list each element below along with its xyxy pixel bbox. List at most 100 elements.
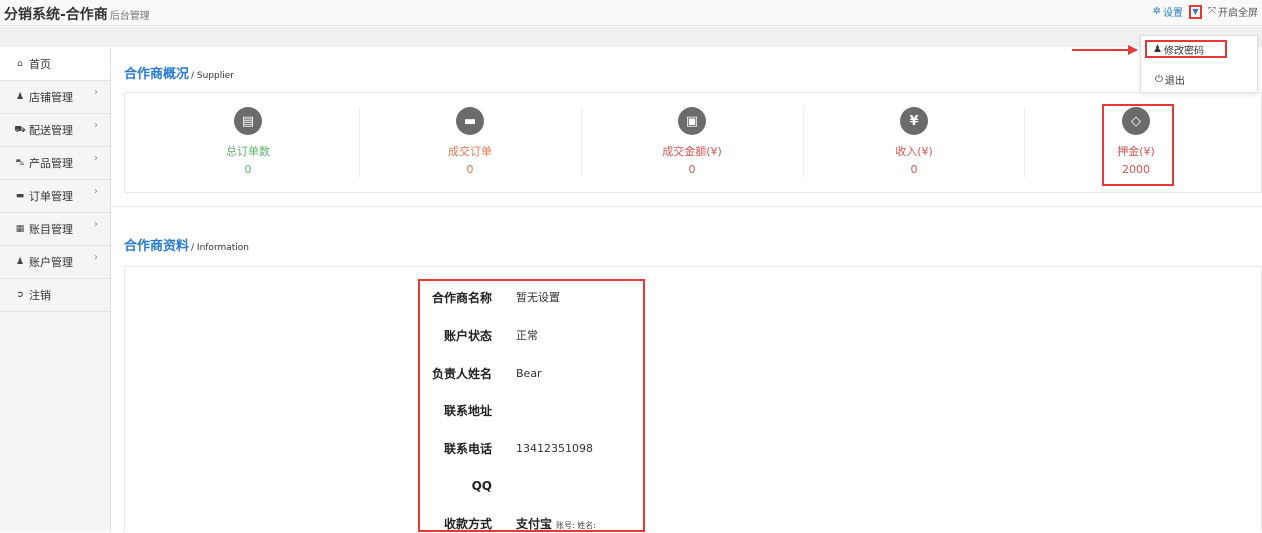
stat-label: 收入(¥) (895, 145, 933, 158)
settings-label: 设置 (1163, 8, 1183, 19)
brand-title-text: 分销系统-合作商 (4, 7, 108, 23)
stat-completed-orders: ▬ 成交订单 0 (359, 93, 581, 194)
file-icon: ▤ (234, 107, 262, 135)
fullscreen-label: 开启全屏 (1218, 8, 1258, 19)
info-row-account-status: 账户状态 正常 (418, 325, 645, 345)
change-password-menu-item[interactable]: ♟ 修改密码 (1145, 40, 1227, 58)
info-title-text: 合作商资料 (124, 239, 190, 254)
info-value-wrap: 支付宝 账号: 姓名: (516, 515, 596, 532)
settings-button[interactable]: ✲ 设置 (1153, 4, 1183, 19)
info-row-address: 联系地址 (418, 400, 645, 420)
info-row-qq: QQ (418, 476, 645, 496)
sidebar-item-stores[interactable]: ♟ 店铺管理 › (0, 81, 110, 114)
info-key: 联系地址 (443, 403, 492, 418)
chevron-right-icon: › (94, 186, 98, 197)
power-icon: ⏻ (1155, 74, 1163, 85)
sidebar-item-signout[interactable]: ➲ 注销 (0, 279, 110, 312)
sidebar-item-accounting[interactable]: ▦ 账目管理 › (0, 213, 110, 246)
info-key: 联系电话 (443, 441, 492, 456)
user-icon: ♟ (1153, 43, 1162, 55)
briefcase-icon: ▬ (456, 107, 484, 135)
chevron-right-icon: › (94, 87, 98, 98)
sidebar-item-label: 产品管理 (29, 157, 73, 170)
info-key: QQ (471, 479, 492, 493)
user-icon: ♟ (15, 257, 25, 267)
chevron-right-icon: › (94, 120, 98, 131)
change-password-label: 修改密码 (1163, 45, 1204, 57)
info-value: Bear (516, 366, 542, 380)
stat-total-orders: ▤ 总订单数 0 (137, 93, 359, 194)
info-value: 支付宝 (516, 516, 553, 531)
sidebar-item-account[interactable]: ♟ 账户管理 › (0, 246, 110, 279)
info-value: 正常 (516, 329, 538, 342)
sidebar-item-orders[interactable]: ▬ 订单管理 › (0, 180, 110, 213)
info-key: 收款方式 (443, 516, 492, 531)
info-subtitle: / Information (191, 243, 250, 253)
info-value-extra: 账号: 姓名: (556, 520, 596, 530)
overview-title: 合作商概况 / Supplier (124, 63, 234, 82)
info-key: 合作商名称 (431, 290, 492, 305)
info-row-partner-name: 合作商名称 暂无设置 (418, 287, 645, 307)
info-title: 合作商资料 / Information (124, 235, 249, 254)
info-row-phone: 联系电话 13412351098 (418, 438, 645, 458)
info-key: 负责人姓名 (431, 366, 492, 381)
annotation-arrow (1072, 45, 1138, 55)
stat-label: 成交订单 (448, 145, 492, 158)
stat-income: ¥ 收入(¥) 0 (803, 93, 1025, 194)
sidebar-item-label: 注销 (29, 289, 51, 302)
settings-dropdown-toggle[interactable]: ▼ (1189, 4, 1202, 19)
info-row-payment-method: 收款方式 支付宝 账号: 姓名: (418, 513, 645, 533)
sidebar-item-label: 配送管理 (29, 124, 73, 137)
home-icon: ⌂ (17, 59, 23, 69)
sidebar-item-label: 账户管理 (29, 256, 73, 269)
top-header: 分销系统-合作商 后台管理 ✲ 设置 ▼ ⤧ 开启全屏 (0, 0, 1262, 26)
chevron-right-icon: › (94, 153, 98, 164)
deposit-highlight-frame (1102, 104, 1174, 186)
brand-title: 分销系统-合作商 后台管理 (4, 4, 150, 24)
money-icon: ▣ (678, 107, 706, 135)
fullscreen-button[interactable]: ⤧ 开启全屏 (1208, 4, 1258, 19)
info-panel (124, 266, 1262, 532)
sign-out-icon: ➲ (16, 290, 24, 300)
stats-panel: ▤ 总订单数 0 ▬ 成交订单 0 ▣ 成交金额(¥) 0 ¥ 收入(¥) 0 … (124, 92, 1262, 193)
sidebar-item-label: 店铺管理 (29, 91, 73, 104)
stat-value: 0 (466, 163, 474, 176)
stat-value: 0 (688, 163, 696, 176)
stat-label: 总订单数 (226, 145, 270, 158)
sidebar-item-products[interactable]: ⛍ 产品管理 › (0, 147, 110, 180)
stat-value: 0 (910, 163, 918, 176)
expand-icon: ⤧ (1208, 6, 1216, 17)
truck-icon: ⛟ (14, 124, 26, 135)
info-value: 13412351098 (516, 441, 593, 455)
cart-icon: ⛍ (15, 157, 25, 168)
chevron-right-icon: › (94, 252, 98, 263)
briefcase-icon: ▬ (15, 191, 25, 201)
sidebar-item-home[interactable]: ⌂ 首页 (0, 48, 110, 81)
info-key: 账户状态 (443, 328, 492, 343)
overview-title-text: 合作商概况 (124, 67, 190, 82)
stat-label: 成交金额(¥) (662, 145, 722, 158)
stat-value: 0 (244, 163, 252, 176)
info-value: 暂无设置 (516, 291, 560, 304)
brand-subtitle: 后台管理 (109, 11, 150, 22)
sidebar-item-label: 账目管理 (29, 223, 73, 236)
yen-icon: ¥ (900, 107, 928, 135)
settings-dropdown-menu: ♟ 修改密码 ⏻ 退出 (1140, 35, 1258, 93)
chevron-right-icon: › (94, 219, 98, 230)
info-row-contact-person: 负责人姓名 Bear (418, 363, 645, 383)
logout-label: 退出 (1164, 76, 1185, 87)
sidebar-item-label: 首页 (29, 58, 51, 71)
sidebar-item-delivery[interactable]: ⛟ 配送管理 › (0, 114, 110, 147)
logout-menu-item[interactable]: ⏻ 退出 (1155, 72, 1185, 87)
sidebar: ⌂ 首页 ♟ 店铺管理 › ⛟ 配送管理 › ⛍ 产品管理 › ▬ 订单管理 ›… (0, 48, 111, 532)
top-right-actions: ✲ 设置 ▼ ⤧ 开启全屏 (1153, 4, 1258, 19)
gear-icon: ✲ (1152, 6, 1161, 17)
sidebar-item-label: 订单管理 (29, 190, 73, 203)
section-divider (111, 206, 1262, 207)
stat-transaction-amount: ▣ 成交金额(¥) 0 (581, 93, 803, 194)
caret-down-icon: ▼ (1192, 7, 1199, 16)
table-icon: ▦ (15, 224, 25, 234)
user-icon: ♟ (15, 92, 25, 102)
header-subbar (0, 27, 1262, 47)
overview-subtitle: / Supplier (191, 71, 234, 81)
